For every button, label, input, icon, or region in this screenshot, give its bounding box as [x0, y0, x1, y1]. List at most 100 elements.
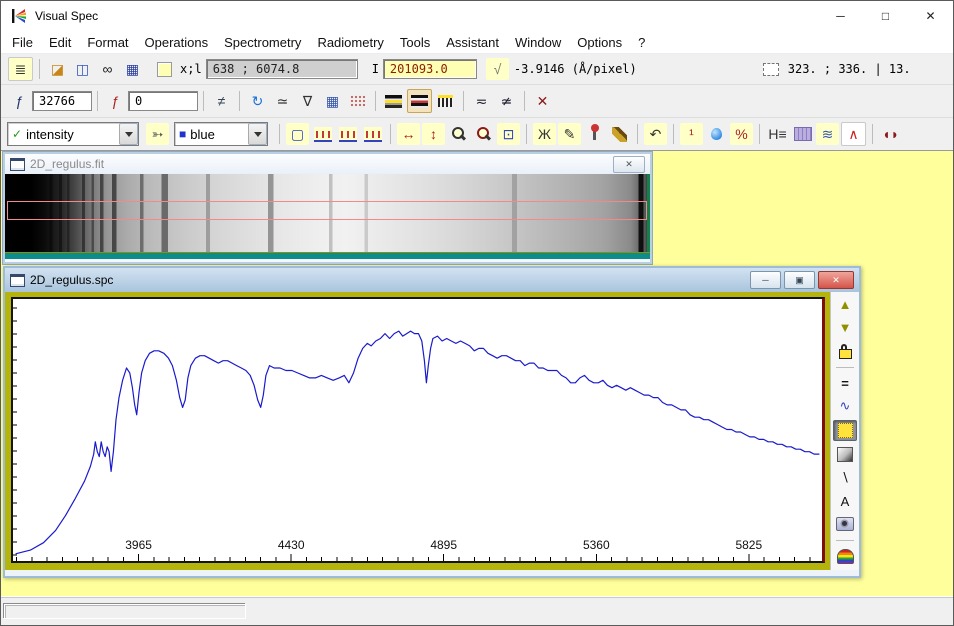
hand-pick-icon[interactable]: ➳: [146, 123, 169, 145]
menu-item-format[interactable]: Format: [79, 33, 136, 52]
search-profile-icon[interactable]: ∞: [96, 58, 119, 80]
color-select[interactable]: ■ blue: [174, 122, 268, 146]
smooth-spectrum-icon[interactable]: Ж: [533, 123, 556, 145]
gradient-display-icon[interactable]: [834, 445, 856, 464]
menu-item-options[interactable]: Options: [569, 33, 630, 52]
profile-manager-icon[interactable]: ≣: [8, 57, 33, 81]
binning-zone-rect[interactable]: [7, 201, 647, 221]
cut-low-icon[interactable]: ƒ: [104, 90, 127, 112]
compare-profiles-icon[interactable]: ≋: [816, 123, 839, 145]
pin-marker-icon[interactable]: [583, 123, 606, 145]
x-tick-label: 5825: [735, 538, 762, 552]
x-tick-label: 3965: [125, 538, 152, 552]
binning-zone-icon[interactable]: [434, 90, 457, 112]
mode-select-value: intensity: [26, 127, 119, 142]
line-ident-zoom-icon[interactable]: [336, 123, 359, 145]
periodic-table-icon[interactable]: [791, 123, 814, 145]
menu-item-file[interactable]: File: [4, 33, 41, 52]
crop-window-icon[interactable]: ⊡: [497, 123, 520, 145]
spc-window-body: 39654430489553605825 ▲ ▼ = ∿ ∖ A: [5, 292, 859, 570]
line-ident-icon[interactable]: [311, 123, 334, 145]
menu-item-operations[interactable]: Operations: [137, 33, 217, 52]
menu-item-window[interactable]: Window: [507, 33, 569, 52]
line-ident-all-icon[interactable]: [361, 123, 384, 145]
reference-line-alt-icon[interactable]: ≄: [495, 90, 518, 112]
strip-extract-icon[interactable]: [382, 90, 405, 112]
toolbar-separator: [375, 91, 376, 111]
spc-close-button[interactable]: ✕: [818, 271, 854, 289]
pixel-lambda-checkbox[interactable]: [157, 62, 172, 77]
spc-minimize-button[interactable]: ─: [750, 271, 781, 289]
menu-item-radiometry[interactable]: Radiometry: [309, 33, 391, 52]
export-table-icon[interactable]: ▦: [321, 90, 344, 112]
unzoom-icon[interactable]: [472, 123, 495, 145]
fit-window-titlebar[interactable]: 2D_regulus.fit ✕: [5, 154, 650, 174]
equal-scale-icon[interactable]: =: [834, 374, 856, 393]
spc-window-titlebar[interactable]: 2D_regulus.spc ─ ▣ ✕: [5, 268, 859, 292]
dot-grid-icon[interactable]: [346, 90, 369, 112]
rotate-image-icon[interactable]: ↻: [246, 90, 269, 112]
open-profile-icon[interactable]: ◫: [71, 58, 94, 80]
cut-high-icon[interactable]: ƒ: [8, 90, 31, 112]
shift-x-icon[interactable]: ↔: [397, 123, 420, 145]
status-progress-panel: [4, 604, 246, 619]
toolbar-separator: [836, 367, 854, 368]
mode-select-arrow-button[interactable]: [119, 123, 138, 145]
snapshot-icon[interactable]: [834, 515, 856, 534]
fit-spectrum-strip[interactable]: [5, 174, 650, 252]
menu-item-help[interactable]: ?: [630, 33, 653, 52]
divide-profile-icon[interactable]: %: [730, 123, 753, 145]
spc-restore-button[interactable]: ▣: [784, 271, 815, 289]
phase-icon[interactable]: ◖◗: [879, 123, 902, 145]
gaussian-fit-icon[interactable]: ∧: [841, 122, 866, 146]
tilt-correction-icon[interactable]: ≃: [271, 90, 294, 112]
menu-item-edit[interactable]: Edit: [41, 33, 79, 52]
normalize-icon[interactable]: ¹: [680, 123, 703, 145]
coord-value-field[interactable]: 638 ; 6074.8: [206, 59, 358, 79]
edit-pencil-icon[interactable]: ✎: [558, 123, 581, 145]
element-lines-icon[interactable]: H≡: [766, 123, 789, 145]
save-profile-icon[interactable]: ▦: [121, 58, 144, 80]
menu-item-spectrometry[interactable]: Spectrometry: [216, 33, 309, 52]
toolbar-separator: [759, 124, 760, 144]
pan-up-icon[interactable]: ▲: [834, 295, 856, 314]
select-zone-icon[interactable]: [833, 420, 857, 441]
low-cut-field[interactable]: 0: [128, 91, 198, 111]
mirror-flip-icon[interactable]: ∇: [296, 90, 319, 112]
spectrum-plot[interactable]: 39654430489553605825: [11, 297, 825, 563]
mode-select[interactable]: ✓ intensity: [7, 122, 139, 146]
fit-scrollbar[interactable]: [5, 252, 650, 259]
display-settings-icon[interactable]: ▢: [286, 123, 309, 145]
menu-item-tools[interactable]: Tools: [392, 33, 438, 52]
fit-close-button[interactable]: ✕: [613, 156, 645, 173]
menu-item-assistant[interactable]: Assistant: [438, 33, 507, 52]
add-text-icon[interactable]: A: [834, 491, 856, 510]
display-strip-icon[interactable]: [407, 89, 432, 113]
continuum-icon[interactable]: ∿: [834, 397, 856, 416]
maximize-button[interactable]: □: [863, 1, 908, 31]
reference-line-icon[interactable]: ≂: [470, 90, 493, 112]
water-drop-icon[interactable]: [705, 123, 728, 145]
intensity-value-field[interactable]: 201093.0: [383, 59, 477, 79]
clean-brush-icon[interactable]: [608, 123, 631, 145]
open-image-icon[interactable]: ◪: [46, 58, 69, 80]
reject-lines-icon[interactable]: ≠: [210, 90, 233, 112]
draw-line-icon[interactable]: ∖: [834, 468, 856, 487]
window-controls: ─ □ ✕: [818, 1, 953, 31]
high-cut-field[interactable]: 32766: [32, 91, 92, 111]
lock-scale-icon[interactable]: [834, 341, 856, 360]
dispersion-icon[interactable]: √: [486, 58, 509, 80]
close-button[interactable]: ✕: [908, 1, 953, 31]
selection-zone-icon[interactable]: [760, 58, 783, 80]
minimize-button[interactable]: ─: [818, 1, 863, 31]
shift-y-icon[interactable]: ↕: [422, 123, 445, 145]
color-select-arrow-button[interactable]: [248, 123, 267, 145]
pan-down-icon[interactable]: ▼: [834, 318, 856, 337]
zoom-icon[interactable]: [447, 123, 470, 145]
toolbar-separator: [836, 540, 854, 541]
undo-icon[interactable]: ↶: [644, 123, 667, 145]
palette-icon[interactable]: [834, 547, 856, 566]
erase-profile-icon[interactable]: ✕: [531, 90, 554, 112]
app-icon: [10, 8, 27, 24]
plot-frame: 39654430489553605825: [5, 292, 830, 570]
